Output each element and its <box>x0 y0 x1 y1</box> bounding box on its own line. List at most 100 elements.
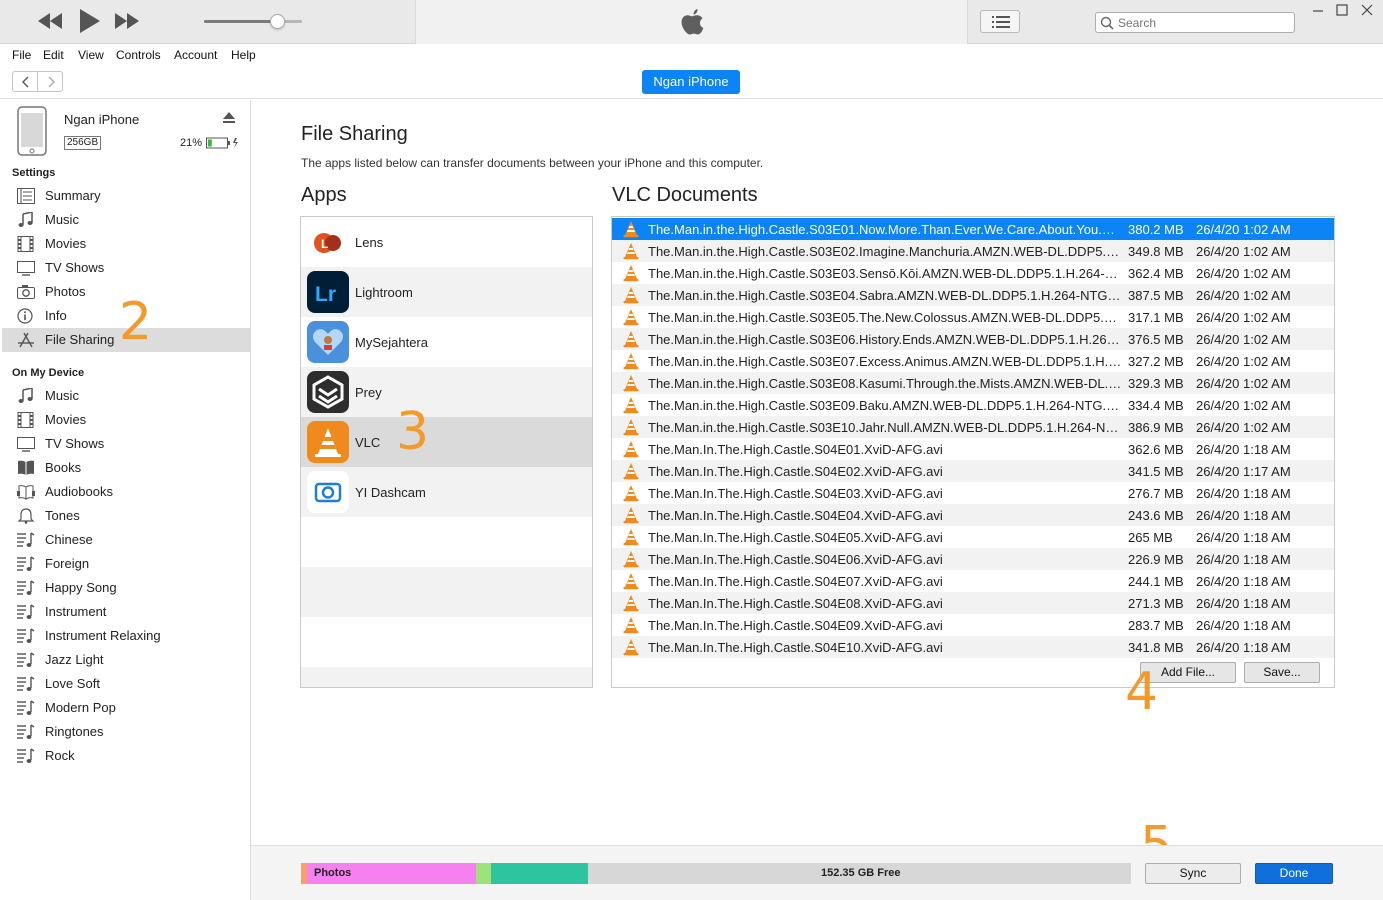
sidebar-item-rock[interactable]: Rock <box>2 744 250 768</box>
document-row[interactable]: The.Man.In.The.High.Castle.S04E01.XviD-A… <box>612 438 1334 460</box>
documents-table: The.Man.in.the.High.Castle.S03E01.Now.Mo… <box>611 216 1335 688</box>
music-icon <box>18 212 33 227</box>
search-box[interactable] <box>1095 12 1295 33</box>
sidebar: Ngan iPhone 256GB 21% Settings Summary Mu… <box>2 100 251 900</box>
vlc-file-icon <box>623 419 639 436</box>
device-button[interactable]: Ngan iPhone <box>642 70 740 94</box>
menu-edit[interactable]: Edit <box>43 48 64 62</box>
vlc-icon <box>307 421 349 463</box>
sidebar-item-movies[interactable]: Movies <box>2 408 250 432</box>
document-row[interactable]: The.Man.In.The.High.Castle.S04E02.XviD-A… <box>612 460 1334 482</box>
save-button[interactable]: Save... <box>1244 662 1320 683</box>
app-row-yi-dashcam[interactable]: YI Dashcam <box>301 467 592 517</box>
sidebar-item-audiobooks[interactable]: Audiobooks <box>2 480 250 504</box>
document-date: 26/4/20 1:18 AM <box>1196 486 1291 501</box>
app-name: Lightroom <box>355 285 413 300</box>
sync-button[interactable]: Sync <box>1145 863 1241 884</box>
close-icon[interactable] <box>1359 2 1375 18</box>
document-row[interactable]: The.Man.In.The.High.Castle.S04E04.XviD-A… <box>612 504 1334 526</box>
document-row[interactable]: The.Man.In.The.High.Castle.S04E10.XviD-A… <box>612 636 1334 658</box>
sidebar-item-love-soft[interactable]: Love Soft <box>2 672 250 696</box>
document-row[interactable]: The.Man.in.the.High.Castle.S03E10.Jahr.N… <box>612 416 1334 438</box>
chevron-right-icon <box>48 76 55 88</box>
document-date: 26/4/20 1:02 AM <box>1196 222 1291 237</box>
menu-account[interactable]: Account <box>174 48 217 62</box>
tv-icon <box>17 261 35 276</box>
menu-view[interactable]: View <box>78 48 104 62</box>
volume-knob[interactable] <box>270 14 285 29</box>
document-row[interactable]: The.Man.In.The.High.Castle.S04E07.XviD-A… <box>612 570 1334 592</box>
sidebar-item-books[interactable]: Books <box>2 456 250 480</box>
eject-icon[interactable] <box>222 112 236 124</box>
document-row[interactable]: The.Man.In.The.High.Castle.S04E03.XviD-A… <box>612 482 1334 504</box>
document-row[interactable]: The.Man.in.the.High.Castle.S03E07.Excess… <box>612 350 1334 372</box>
back-button[interactable] <box>12 71 38 92</box>
document-row[interactable]: The.Man.in.the.High.Castle.S03E08.Kasumi… <box>612 372 1334 394</box>
sidebar-item-summary[interactable]: Summary <box>2 184 250 208</box>
document-size: 243.6 MB <box>1128 508 1184 523</box>
done-button[interactable]: Done <box>1255 863 1333 884</box>
app-row-prey[interactable]: Prey <box>301 367 592 417</box>
sidebar-item-movies[interactable]: Movies <box>2 232 250 256</box>
sidebar-item-tv-shows[interactable]: TV Shows <box>2 256 250 280</box>
sidebar-item-foreign[interactable]: Foreign <box>2 552 250 576</box>
sidebar-item-ringtones[interactable]: Ringtones <box>2 720 250 744</box>
maximize-icon[interactable] <box>1334 2 1350 18</box>
sidebar-item-label: Instrument Relaxing <box>45 628 161 643</box>
sidebar-item-jazz-light[interactable]: Jazz Light <box>2 648 250 672</box>
document-name: The.Man.In.The.High.Castle.S04E02.XviD-A… <box>648 464 943 479</box>
prey-icon <box>307 371 349 413</box>
document-row[interactable]: The.Man.in.the.High.Castle.S03E03.Sensō.… <box>612 262 1334 284</box>
documents-heading: VLC Documents <box>612 184 758 206</box>
document-size: 341.8 MB <box>1128 640 1184 655</box>
sidebar-item-tv-shows[interactable]: TV Shows <box>2 432 250 456</box>
menu-controls[interactable]: Controls <box>116 48 161 62</box>
document-size: 283.7 MB <box>1128 618 1184 633</box>
sidebar-item-label: Ringtones <box>45 724 104 739</box>
sidebar-item-label: Chinese <box>45 532 93 547</box>
rewind-icon[interactable] <box>38 13 64 29</box>
document-row[interactable]: The.Man.in.the.High.Castle.S03E09.Baku.A… <box>612 394 1334 416</box>
document-row[interactable]: The.Man.in.the.High.Castle.S03E04.Sabra.… <box>612 284 1334 306</box>
app-name: Prey <box>355 385 382 400</box>
sidebar-item-instrument-relaxing[interactable]: Instrument Relaxing <box>2 624 250 648</box>
vlc-file-icon <box>623 397 639 414</box>
app-row-vlc[interactable]: VLC <box>301 417 592 467</box>
app-row-mysejahtera[interactable]: MySejahtera <box>301 317 592 367</box>
sidebar-item-music[interactable]: Music <box>2 384 250 408</box>
menu-file[interactable]: File <box>12 48 31 62</box>
sidebar-item-label: Movies <box>45 236 87 251</box>
storage-photos-label: Photos <box>314 867 352 879</box>
sidebar-item-tones[interactable]: Tones <box>2 504 250 528</box>
document-row[interactable]: The.Man.In.The.High.Castle.S04E09.XviD-A… <box>612 614 1334 636</box>
document-row[interactable]: The.Man.In.The.High.Castle.S04E06.XviD-A… <box>612 548 1334 570</box>
sidebar-item-modern-pop[interactable]: Modern Pop <box>2 696 250 720</box>
document-name: The.Man.in.the.High.Castle.S03E03.Sensō.… <box>648 266 1122 281</box>
forward-button[interactable] <box>37 71 63 92</box>
document-row[interactable]: The.Man.in.the.High.Castle.S03E05.The.Ne… <box>612 306 1334 328</box>
document-name: The.Man.In.The.High.Castle.S04E05.XviD-A… <box>648 530 943 545</box>
sidebar-item-label: Happy Song <box>45 580 117 595</box>
minimize-icon[interactable] <box>1310 2 1326 18</box>
volume-slider[interactable] <box>204 14 302 29</box>
document-row[interactable]: The.Man.in.the.High.Castle.S03E06.Histor… <box>612 328 1334 350</box>
list-view-button[interactable] <box>980 10 1020 33</box>
app-row-lens[interactable]: L Lens <box>301 217 592 267</box>
document-row[interactable]: The.Man.In.The.High.Castle.S04E05.XviD-A… <box>612 526 1334 548</box>
document-date: 26/4/20 1:17 AM <box>1196 464 1291 479</box>
app-row-lightroom[interactable]: Lr Lightroom <box>301 267 592 317</box>
document-row[interactable]: The.Man.In.The.High.Castle.S04E08.XviD-A… <box>612 592 1334 614</box>
fast-forward-icon[interactable] <box>115 13 141 29</box>
document-row[interactable]: The.Man.in.the.High.Castle.S03E02.Imagin… <box>612 240 1334 262</box>
document-date: 26/4/20 1:18 AM <box>1196 552 1291 567</box>
sidebar-item-happy-song[interactable]: Happy Song <box>2 576 250 600</box>
play-icon[interactable] <box>80 9 100 33</box>
search-input[interactable] <box>1118 14 1288 31</box>
lightroom-icon: Lr <box>307 271 349 313</box>
document-size: 271.3 MB <box>1128 596 1184 611</box>
document-row[interactable]: The.Man.in.the.High.Castle.S03E01.Now.Mo… <box>612 218 1334 240</box>
menu-help[interactable]: Help <box>231 48 256 62</box>
sidebar-item-music[interactable]: Music <box>2 208 250 232</box>
sidebar-item-instrument[interactable]: Instrument <box>2 600 250 624</box>
sidebar-item-chinese[interactable]: Chinese <box>2 528 250 552</box>
